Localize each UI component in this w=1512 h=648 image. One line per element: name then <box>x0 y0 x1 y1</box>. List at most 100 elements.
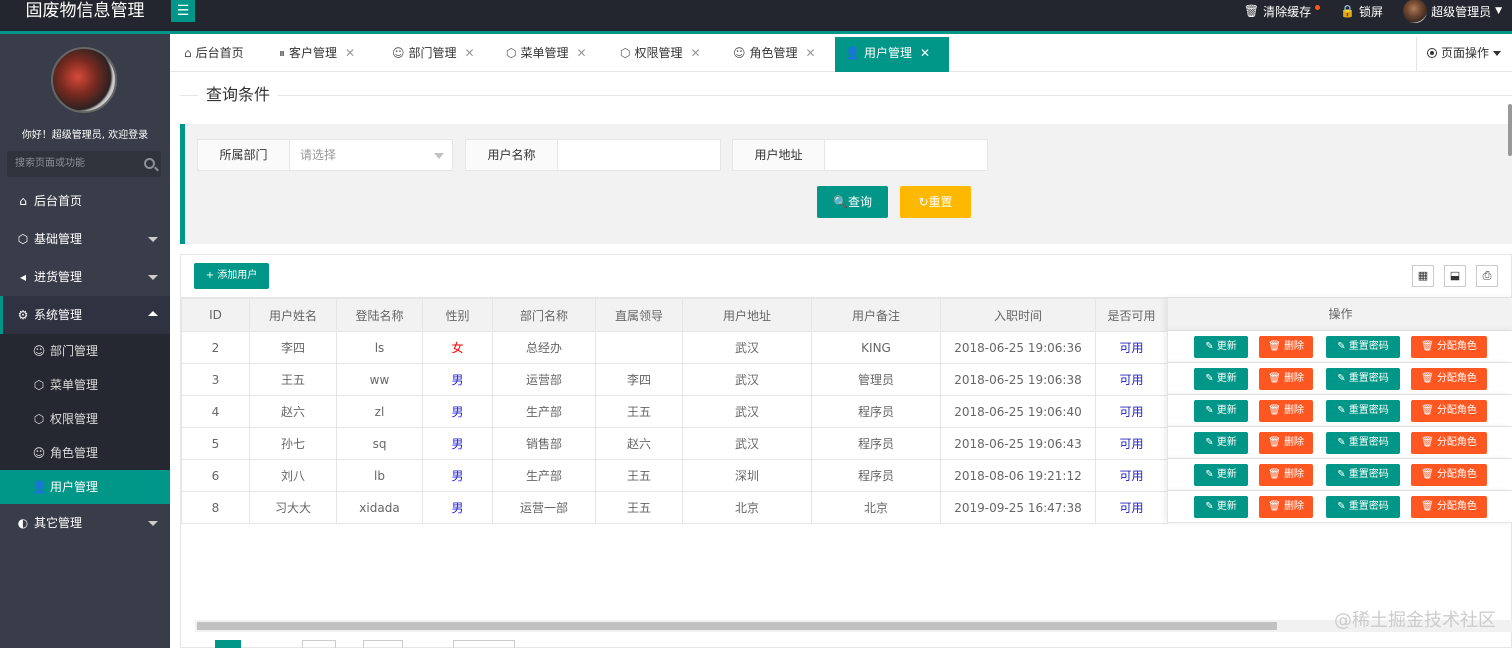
column-header[interactable]: 部门名称 <box>492 298 596 332</box>
assign-role-button[interactable]: 🗑 分配角色 <box>1411 336 1487 358</box>
column-header[interactable]: 用户备注 <box>811 298 941 332</box>
tab-customer[interactable]: ⏸ 客户管理 ✕ <box>269 37 365 72</box>
column-header[interactable]: 性别 <box>422 298 493 332</box>
assign-role-button[interactable]: 🗑 分配角色 <box>1411 464 1487 486</box>
ops-row: ✎ 更新 🗑 删除 ✎ 重置密码 🗑 分配角色 <box>1167 395 1512 427</box>
column-header[interactable]: 登陆名称 <box>336 298 423 332</box>
column-header[interactable]: 入职时间 <box>940 298 1096 332</box>
reset-password-button[interactable]: ✎ 重置密码 <box>1326 368 1400 390</box>
sidebar-item-home[interactable]: ⌂ 后台首页 <box>0 182 170 220</box>
scrollbar-thumb[interactable] <box>197 622 1277 630</box>
reset-button[interactable]: ↻重置 <box>900 186 971 218</box>
sidebar-item-system[interactable]: ⚙ 系统管理 <box>0 296 170 334</box>
table-row[interactable]: 2 李四 ls 女 总经办 武汉 KING 2018-06-25 19:06:3… <box>181 331 1168 364</box>
address-input[interactable] <box>825 140 987 170</box>
assign-role-button[interactable]: 🗑 分配角色 <box>1411 496 1487 518</box>
sidebar-item-permission[interactable]: ⬡ 权限管理 <box>0 402 170 436</box>
update-button[interactable]: ✎ 更新 <box>1194 400 1248 422</box>
reset-password-button[interactable]: ✎ 重置密码 <box>1326 432 1400 454</box>
update-button[interactable]: ✎ 更新 <box>1194 432 1248 454</box>
tab-menu[interactable]: ⬡ 菜单管理 ✕ <box>496 37 597 72</box>
refresh-icon: ↻ <box>918 195 929 209</box>
assign-role-label: 分配角色 <box>1436 469 1477 480</box>
column-header[interactable]: 是否可用 <box>1095 298 1168 332</box>
sidebar-item-menu[interactable]: ⬡ 菜单管理 <box>0 368 170 402</box>
close-icon[interactable]: ✕ <box>465 46 475 60</box>
print-icon[interactable]: ⎙ <box>1476 265 1498 287</box>
user-menu[interactable]: 超级管理员 ▼ <box>1403 0 1502 23</box>
clear-cache-button[interactable]: 🗑 清除缓存 <box>1244 3 1321 20</box>
pagination-input[interactable] <box>363 640 403 648</box>
pagination-size-select[interactable] <box>453 640 515 648</box>
dept-select[interactable]: 请选择 <box>290 140 452 170</box>
sidebar-item-other[interactable]: ◐ 其它管理 <box>0 504 170 542</box>
pause-icon: ⏸ <box>279 46 286 60</box>
cell-name: 赵六 <box>249 395 337 428</box>
username-input[interactable] <box>558 140 720 170</box>
sidebar-item-dept[interactable]: ☺ 部门管理 <box>0 334 170 368</box>
column-header[interactable]: 用户姓名 <box>249 298 337 332</box>
assign-role-button[interactable]: 🗑 分配角色 <box>1411 400 1487 422</box>
cell-leader: 王五 <box>595 395 683 428</box>
close-icon[interactable]: ✕ <box>691 46 701 60</box>
add-user-button[interactable]: + 添加用户 <box>194 263 269 289</box>
reset-password-button[interactable]: ✎ 重置密码 <box>1326 336 1400 358</box>
cell-id: 8 <box>181 491 250 524</box>
sidebar: 你好！超级管理员, 欢迎登录 搜索页面或功能 ⌂ 后台首页 ⬡ 基础管理 ◂ 进货管理… <box>0 34 170 648</box>
reset-password-label: 重置密码 <box>1348 405 1389 416</box>
search-icon: 🔍 <box>833 195 848 209</box>
tab-label: 后台首页 <box>195 46 244 60</box>
delete-button[interactable]: 🗑 删除 <box>1259 432 1313 454</box>
assign-role-button[interactable]: 🗑 分配角色 <box>1411 432 1487 454</box>
menu-toggle-icon[interactable]: ☰ <box>171 0 195 22</box>
close-icon[interactable]: ✕ <box>806 46 816 60</box>
sidebar-item-purchase[interactable]: ◂ 进货管理 <box>0 258 170 296</box>
vertical-scrollbar[interactable] <box>1508 104 1512 156</box>
column-header[interactable]: ID <box>181 298 250 332</box>
lock-screen-button[interactable]: 🔒 锁屏 <box>1340 3 1383 20</box>
search-button[interactable]: 🔍查询 <box>817 186 888 218</box>
assign-role-button[interactable]: 🗑 分配角色 <box>1411 368 1487 390</box>
pagination-current-page[interactable] <box>215 640 241 648</box>
tab-dept[interactable]: ☺ 部门管理 ✕ <box>382 37 485 72</box>
table-row[interactable]: 6 刘八 lb 男 生产部 王五 深圳 程序员 2018-08-06 19:21… <box>181 459 1168 492</box>
update-button[interactable]: ✎ 更新 <box>1194 368 1248 390</box>
tab-home[interactable]: ⌂ 后台首页 <box>174 37 254 72</box>
delete-button[interactable]: 🗑 删除 <box>1259 368 1313 390</box>
table-row[interactable]: 8 习大大 xidada 男 运营一部 王五 北京 北京 2019-09-25 … <box>181 491 1168 524</box>
horizontal-scrollbar[interactable] <box>195 620 1512 632</box>
tab-user[interactable]: 👤 用户管理 ✕ <box>835 37 949 72</box>
export-icon[interactable]: ⬓ <box>1444 265 1466 287</box>
close-icon[interactable]: ✕ <box>920 46 930 60</box>
update-button[interactable]: ✎ 更新 <box>1194 336 1248 358</box>
reset-password-button[interactable]: ✎ 重置密码 <box>1326 400 1400 422</box>
columns-filter-icon[interactable]: ▦ <box>1412 265 1434 287</box>
sidebar-search-input[interactable]: 搜索页面或功能 <box>7 151 161 177</box>
close-icon[interactable]: ✕ <box>577 46 587 60</box>
reset-password-label: 重置密码 <box>1348 469 1389 480</box>
table-row[interactable]: 5 孙七 sq 男 销售部 赵六 武汉 程序员 2018-06-25 19:06… <box>181 427 1168 460</box>
delete-button[interactable]: 🗑 删除 <box>1259 400 1313 422</box>
delete-button[interactable]: 🗑 删除 <box>1259 496 1313 518</box>
tab-permission[interactable]: ⬡ 权限管理 ✕ <box>610 37 711 72</box>
delete-button[interactable]: 🗑 删除 <box>1259 336 1313 358</box>
table-row[interactable]: 3 王五 ww 男 运营部 李四 武汉 管理员 2018-06-25 19:06… <box>181 363 1168 396</box>
sidebar-item-basic[interactable]: ⬡ 基础管理 <box>0 220 170 258</box>
reset-password-button[interactable]: ✎ 重置密码 <box>1326 464 1400 486</box>
delete-button[interactable]: 🗑 删除 <box>1259 464 1313 486</box>
tab-role[interactable]: ☺ 角色管理 ✕ <box>723 37 826 72</box>
update-button[interactable]: ✎ 更新 <box>1194 464 1248 486</box>
cell-login: sq <box>336 427 423 460</box>
table-row[interactable]: 4 赵六 zl 男 生产部 王五 武汉 程序员 2018-06-25 19:06… <box>181 395 1168 428</box>
update-button[interactable]: ✎ 更新 <box>1194 496 1248 518</box>
sidebar-item-user[interactable]: 👤 用户管理 <box>0 470 170 504</box>
column-header[interactable]: 用户地址 <box>682 298 812 332</box>
page-operation-dropdown[interactable]: 页面操作 <box>1416 37 1512 72</box>
reset-password-button[interactable]: ✎ 重置密码 <box>1326 496 1400 518</box>
close-icon[interactable]: ✕ <box>345 46 355 60</box>
pagination-input[interactable] <box>302 640 336 648</box>
column-header[interactable]: 直属领导 <box>595 298 683 332</box>
plus-icon: + <box>205 270 215 281</box>
cell-login: ls <box>336 331 423 364</box>
sidebar-item-role[interactable]: ☺ 角色管理 <box>0 436 170 470</box>
